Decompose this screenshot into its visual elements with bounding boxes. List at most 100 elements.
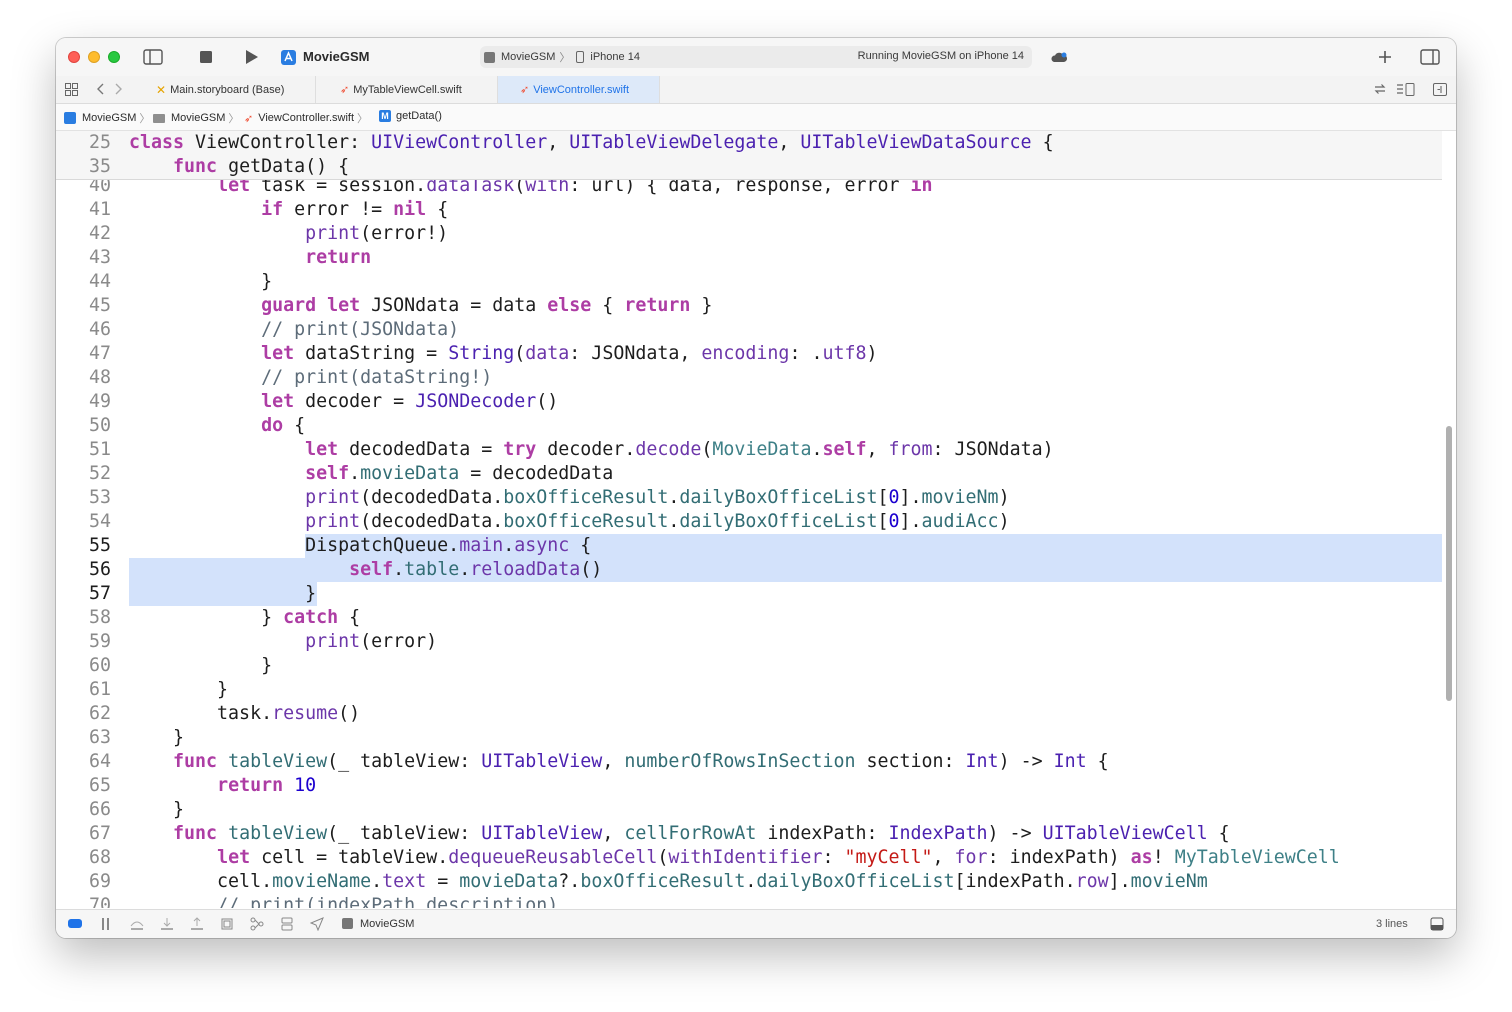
memory-icon[interactable] xyxy=(250,917,264,934)
debug-view-icon[interactable] xyxy=(220,917,234,934)
line-number: 66 xyxy=(88,799,111,820)
breadcrumb-project[interactable]: MovieGSM 〉 xyxy=(64,110,150,126)
source-editor[interactable]: 40 let task = session.dataTask(with: url… xyxy=(56,131,1456,908)
code-line: 70 // print(indexPath.description) xyxy=(56,894,1442,908)
line-text: self.movieData = decodedData xyxy=(129,462,613,486)
breadcrumb-file[interactable]: ➶ ViewController.swift 〉 xyxy=(244,110,368,126)
code-token: () xyxy=(580,559,603,580)
code-token: from xyxy=(888,439,933,460)
iphone-icon xyxy=(576,51,585,63)
line-number: 57 xyxy=(88,583,111,604)
line-number: 56 xyxy=(88,559,111,580)
device-name[interactable]: iPhone 14 xyxy=(590,51,640,63)
console-toggle-icon[interactable] xyxy=(1430,917,1444,934)
line-number: 47 xyxy=(88,343,111,364)
line-number: 68 xyxy=(88,847,111,868)
code-token: Int xyxy=(1053,751,1087,772)
code-token: : xyxy=(349,132,372,153)
step-in-icon[interactable] xyxy=(160,917,174,934)
forward-icon[interactable] xyxy=(113,82,125,96)
grid-icon[interactable] xyxy=(64,82,78,96)
code-token: task. xyxy=(129,703,273,724)
environment-icon[interactable] xyxy=(280,917,294,934)
inspector-icon[interactable] xyxy=(1420,48,1440,66)
code-token: { xyxy=(1207,823,1230,844)
method-icon: M xyxy=(379,110,391,122)
code-token: ]. xyxy=(899,511,922,532)
code-token: boxOfficeResult xyxy=(503,511,669,532)
tab-mytableviewcell[interactable]: ➶ MyTableViewCell.swift xyxy=(316,76,498,103)
pause-icon[interactable] xyxy=(100,917,112,934)
app-icon xyxy=(280,49,296,65)
code-token: () xyxy=(536,391,559,412)
code-token: (decodedData. xyxy=(360,487,504,508)
code-token: // print(indexPath.description) xyxy=(217,895,559,908)
code-token: ) xyxy=(998,487,1010,508)
scheme-name: MovieGSM xyxy=(501,51,556,63)
step-out-icon[interactable] xyxy=(190,917,204,934)
line-text: cell.movieName.text = movieData?.boxOffi… xyxy=(129,870,1208,894)
tab-main-storyboard[interactable]: ✕ Main.storyboard (Base) xyxy=(134,76,316,103)
code-token: } xyxy=(129,583,317,604)
code-token: . xyxy=(745,871,757,892)
code-token: getData xyxy=(228,156,306,177)
code-line: 51 let decodedData = try decoder.decode(… xyxy=(56,438,1442,462)
line-text: print(error!) xyxy=(129,222,448,246)
line-text: } xyxy=(129,270,272,294)
scheme-selector[interactable]: MovieGSM 〉 iPhone 14 xyxy=(484,48,640,66)
refresh-icon[interactable] xyxy=(1372,82,1388,96)
breadcrumb-group[interactable]: MovieGSM 〉 xyxy=(153,110,239,126)
zoom-window-button[interactable] xyxy=(108,51,120,63)
location-icon[interactable] xyxy=(309,917,324,934)
editor-options-icon[interactable] xyxy=(1396,82,1416,96)
run-icon[interactable] xyxy=(244,49,260,65)
code-token: ?. xyxy=(558,871,581,892)
breadcrumb-method[interactable]: M getData() xyxy=(379,110,442,122)
code-line: 63 } xyxy=(56,726,1442,750)
code-token: { xyxy=(426,199,449,220)
cloud-icon[interactable] xyxy=(1050,50,1068,64)
folder-icon xyxy=(153,113,165,123)
code-token: , xyxy=(778,132,801,153)
code-token: Int xyxy=(965,751,999,772)
line-number: 50 xyxy=(88,415,111,436)
code-token: [indexPath. xyxy=(954,871,1076,892)
code-line: 45 guard let JSONdata = data else { retu… xyxy=(56,294,1442,318)
line-text: print(error) xyxy=(129,630,437,654)
code-token: dataString = xyxy=(294,343,449,364)
line-text: // print(dataString!) xyxy=(129,366,492,390)
code-token: // print(dataString!) xyxy=(261,367,493,388)
breakpoint-icon[interactable] xyxy=(68,919,82,928)
code-token: print xyxy=(305,487,361,508)
vertical-scrollbar[interactable] xyxy=(1446,426,1452,701)
code-line: 67 func tableView(_ tableView: UITableVi… xyxy=(56,822,1442,846)
code-token: if xyxy=(261,199,284,220)
close-window-button[interactable] xyxy=(68,51,80,63)
code-token: ) xyxy=(998,511,1010,532)
add-editor-icon[interactable] xyxy=(1432,82,1448,96)
code-token: decode xyxy=(635,439,702,460)
line-text: if error != nil { xyxy=(129,198,448,222)
sidebar-icon[interactable] xyxy=(143,48,163,66)
code-token: { xyxy=(1031,132,1054,153)
minimize-window-button[interactable] xyxy=(88,51,100,63)
code-token: } xyxy=(129,799,185,820)
tab-label: MyTableViewCell.swift xyxy=(353,83,462,96)
plus-icon[interactable] xyxy=(1376,48,1394,66)
code-line: 62 task.resume() xyxy=(56,702,1442,726)
code-token: row xyxy=(1075,871,1109,892)
code-token: movieNm xyxy=(1130,871,1208,892)
stop-icon[interactable] xyxy=(199,50,213,64)
back-icon[interactable] xyxy=(94,82,106,96)
line-text: let cell = tableView.dequeueReusableCell… xyxy=(129,846,1340,870)
code-line: 48 // print(dataString!) xyxy=(56,366,1442,390)
step-over-icon[interactable] xyxy=(130,917,144,934)
tab-viewcontroller[interactable]: ➶ ViewController.swift xyxy=(498,76,660,103)
code-token: , xyxy=(932,847,955,868)
